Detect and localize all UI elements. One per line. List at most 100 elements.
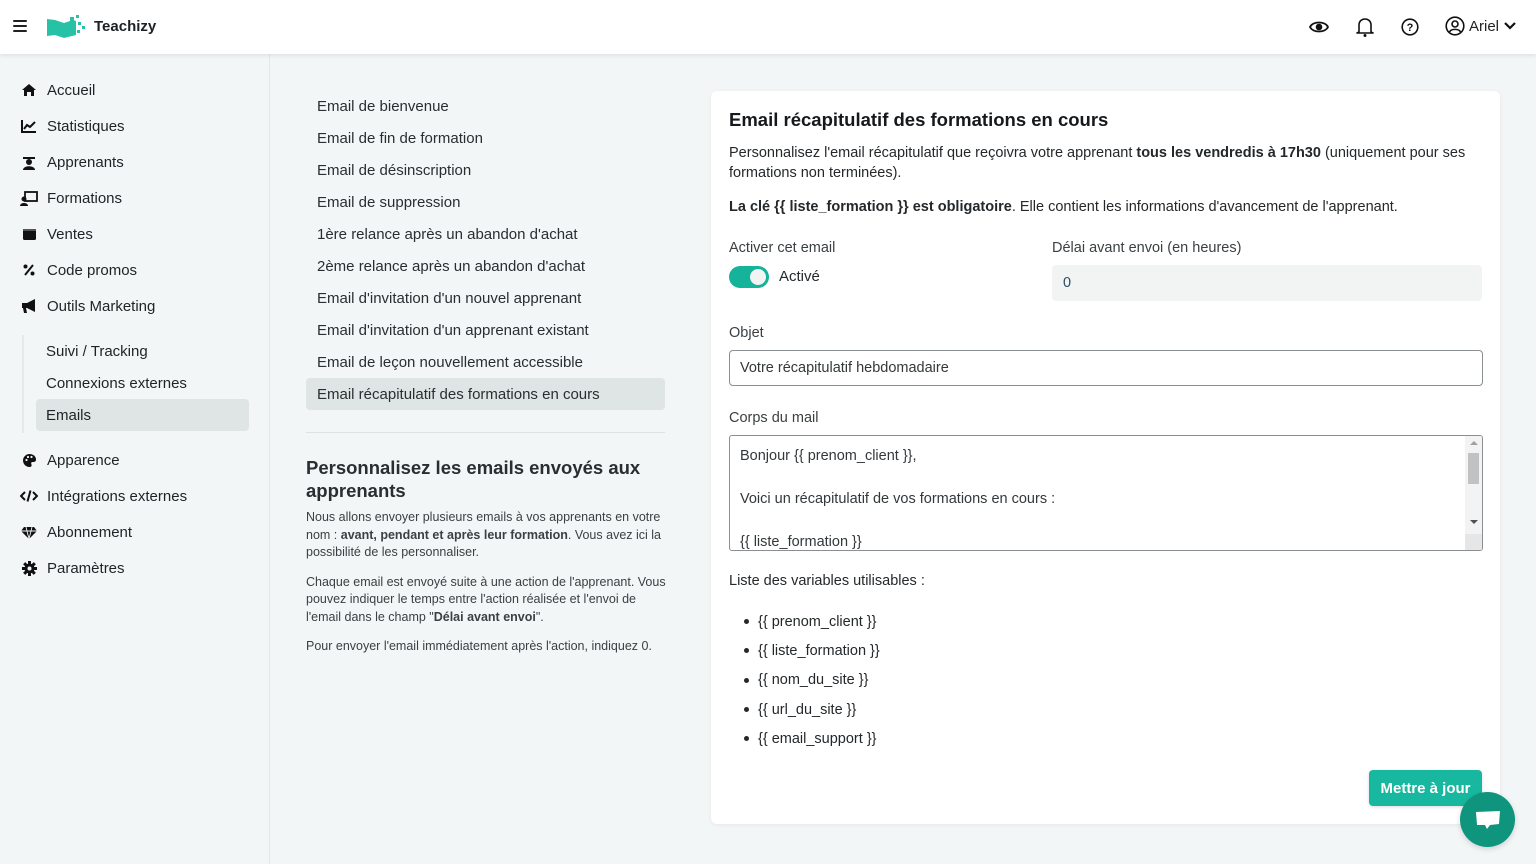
email-type-item[interactable]: 2ème relance après un abandon d'achat [306, 250, 665, 282]
divider [306, 432, 665, 433]
sidebar-item-label: Outils Marketing [47, 297, 156, 315]
toggle-knob [750, 269, 766, 285]
help-icon[interactable]: ? [1399, 16, 1421, 38]
sidebar-item-statistiques[interactable]: Statistiques [20, 114, 125, 138]
body-label: Corps du mail [729, 410, 819, 426]
subject-label: Objet [729, 325, 764, 341]
email-type-item[interactable]: Email d'invitation d'un nouvel apprenant [306, 282, 665, 314]
email-type-item[interactable]: 1ère relance après un abandon d'achat [306, 218, 665, 250]
email-type-item[interactable]: Email de bienvenue [306, 90, 665, 122]
variable-text: {{ prenom_client }} [758, 613, 877, 630]
sidebar-item-label: Ventes [47, 225, 93, 243]
home-icon [20, 81, 38, 99]
help-paragraph: Chaque email est envoyé suite à une acti… [306, 574, 666, 627]
sidebar-subitem-emails[interactable]: Emails [36, 399, 249, 431]
sidebar-item-accueil[interactable]: Accueil [20, 78, 95, 102]
variable-item: {{ email_support }} [729, 724, 880, 753]
variable-text: {{ nom_du_site }} [758, 672, 869, 689]
body-text: Bonjour {{ prenom_client }}, Voici un ré… [740, 448, 1056, 550]
scroll-down-icon[interactable] [1470, 520, 1478, 524]
help-panel: Personnalisez les emails envoyés aux app… [306, 456, 666, 668]
update-button[interactable]: Mettre à jour [1369, 770, 1482, 806]
email-type-item-active[interactable]: Email récapitulatif des formations en co… [306, 378, 665, 410]
megaphone-icon [20, 297, 38, 315]
email-type-item[interactable]: Email de suppression [306, 186, 665, 218]
sidebar-subitem-suivi-tracking[interactable]: Suivi / Tracking [36, 335, 249, 367]
sidebar-item-parametres[interactable]: Paramètres [20, 556, 125, 580]
help-text: ". [535, 609, 544, 624]
user-circle-icon [1445, 16, 1465, 36]
textarea-scrollbar[interactable] [1465, 436, 1482, 550]
resize-grip-icon[interactable] [1465, 534, 1482, 550]
gem-icon [20, 523, 38, 541]
sidebar-item-label: Statistiques [47, 117, 125, 135]
delay-input[interactable] [1052, 265, 1482, 301]
sidebar-subitem-connexions-externes[interactable]: Connexions externes [36, 367, 249, 399]
sidebar-item-code-promos[interactable]: Code promos [20, 258, 137, 282]
body-textarea[interactable]: Bonjour {{ prenom_client }}, Voici un ré… [729, 435, 1483, 551]
scroll-up-icon[interactable] [1470, 441, 1478, 445]
user-name: Ariel [1469, 17, 1500, 35]
editor-key-note: La clé {{ liste_formation }} est obligat… [729, 197, 1489, 217]
help-paragraph: Pour envoyer l'email immédiatement après… [306, 639, 652, 653]
chat-bubble-icon [1475, 810, 1500, 829]
bullet-icon [744, 648, 749, 654]
variable-item: {{ url_du_site }} [729, 695, 880, 724]
activate-label: Activer cet email [729, 240, 836, 256]
editor-description: Personnalisez l'email récapitulatif que … [729, 143, 1489, 183]
scroll-thumb[interactable] [1468, 453, 1479, 484]
chart-line-icon [20, 117, 38, 135]
chevron-down-icon [1504, 22, 1516, 30]
chat-button[interactable] [1460, 792, 1515, 847]
bullet-icon [744, 707, 749, 713]
sidebar-item-apparence[interactable]: Apparence [20, 448, 120, 472]
activate-toggle[interactable] [729, 266, 769, 288]
variables-list: {{ prenom_client }} {{ liste_formation }… [729, 607, 880, 753]
sidebar-item-label: Abonnement [47, 523, 133, 541]
desc-text: Personnalisez l'email récapitulatif que … [729, 145, 1137, 161]
email-type-item[interactable]: Email de fin de formation [306, 122, 665, 154]
percent-icon [20, 261, 38, 279]
delay-label: Délai avant envoi (en heures) [1052, 240, 1242, 256]
sidebar-item-label: Accueil [47, 81, 96, 99]
key-note-bold: La clé {{ liste_formation }} est obligat… [729, 199, 1012, 215]
sidebar-item-abonnement[interactable]: Abonnement [20, 520, 132, 544]
sidebar-item-label: Paramètres [47, 559, 125, 577]
bullet-icon [744, 736, 749, 742]
palette-icon [20, 451, 38, 469]
sidebar-item-formations[interactable]: Formations [20, 186, 122, 210]
code-icon [20, 487, 38, 505]
teacher-board-icon [20, 189, 38, 207]
email-type-item[interactable]: Email de leçon nouvellement accessible [306, 346, 665, 378]
sidebar-item-integrations-externes[interactable]: Intégrations externes [20, 484, 187, 508]
subject-input[interactable] [729, 350, 1483, 386]
bullet-icon [744, 619, 749, 625]
variable-item: {{ liste_formation }} [729, 636, 880, 665]
editor-title: Email récapitulatif des formations en co… [729, 109, 1109, 130]
bell-icon[interactable] [1354, 16, 1376, 38]
variable-text: {{ email_support }} [758, 730, 877, 747]
teachizy-logo [47, 15, 85, 38]
variables-title: Liste des variables utilisables : [729, 573, 925, 589]
variable-item: {{ nom_du_site }} [729, 666, 880, 695]
email-types-list: Email de bienvenue Email de fin de forma… [306, 90, 665, 410]
sidebar: Accueil Statistiques Apprenants Formatio… [0, 54, 270, 864]
menu-icon[interactable] [13, 20, 27, 32]
brand-name: Teachizy [94, 18, 157, 35]
sidebar-item-ventes[interactable]: Ventes [20, 222, 93, 246]
email-editor-card: Email récapitulatif des formations en co… [711, 91, 1500, 824]
sidebar-item-label: Apparence [47, 451, 120, 469]
bullet-icon [744, 677, 749, 683]
key-note-text: . Elle contient les informations d'avanc… [1011, 199, 1398, 215]
sidebar-item-apprenants[interactable]: Apprenants [20, 150, 124, 174]
email-type-item[interactable]: Email d'invitation d'un apprenant exista… [306, 314, 665, 346]
email-type-item[interactable]: Email de désinscription [306, 154, 665, 186]
toggle-status-label: Activé [779, 268, 820, 285]
graduate-icon [20, 153, 38, 171]
sidebar-item-outils-marketing[interactable]: Outils Marketing [20, 294, 155, 318]
eye-icon[interactable] [1308, 16, 1330, 38]
variable-text: {{ url_du_site }} [758, 701, 857, 718]
user-menu[interactable]: Ariel [1445, 16, 1517, 36]
gear-icon [20, 559, 38, 577]
top-bar: Teachizy ? Ariel [0, 0, 1536, 54]
